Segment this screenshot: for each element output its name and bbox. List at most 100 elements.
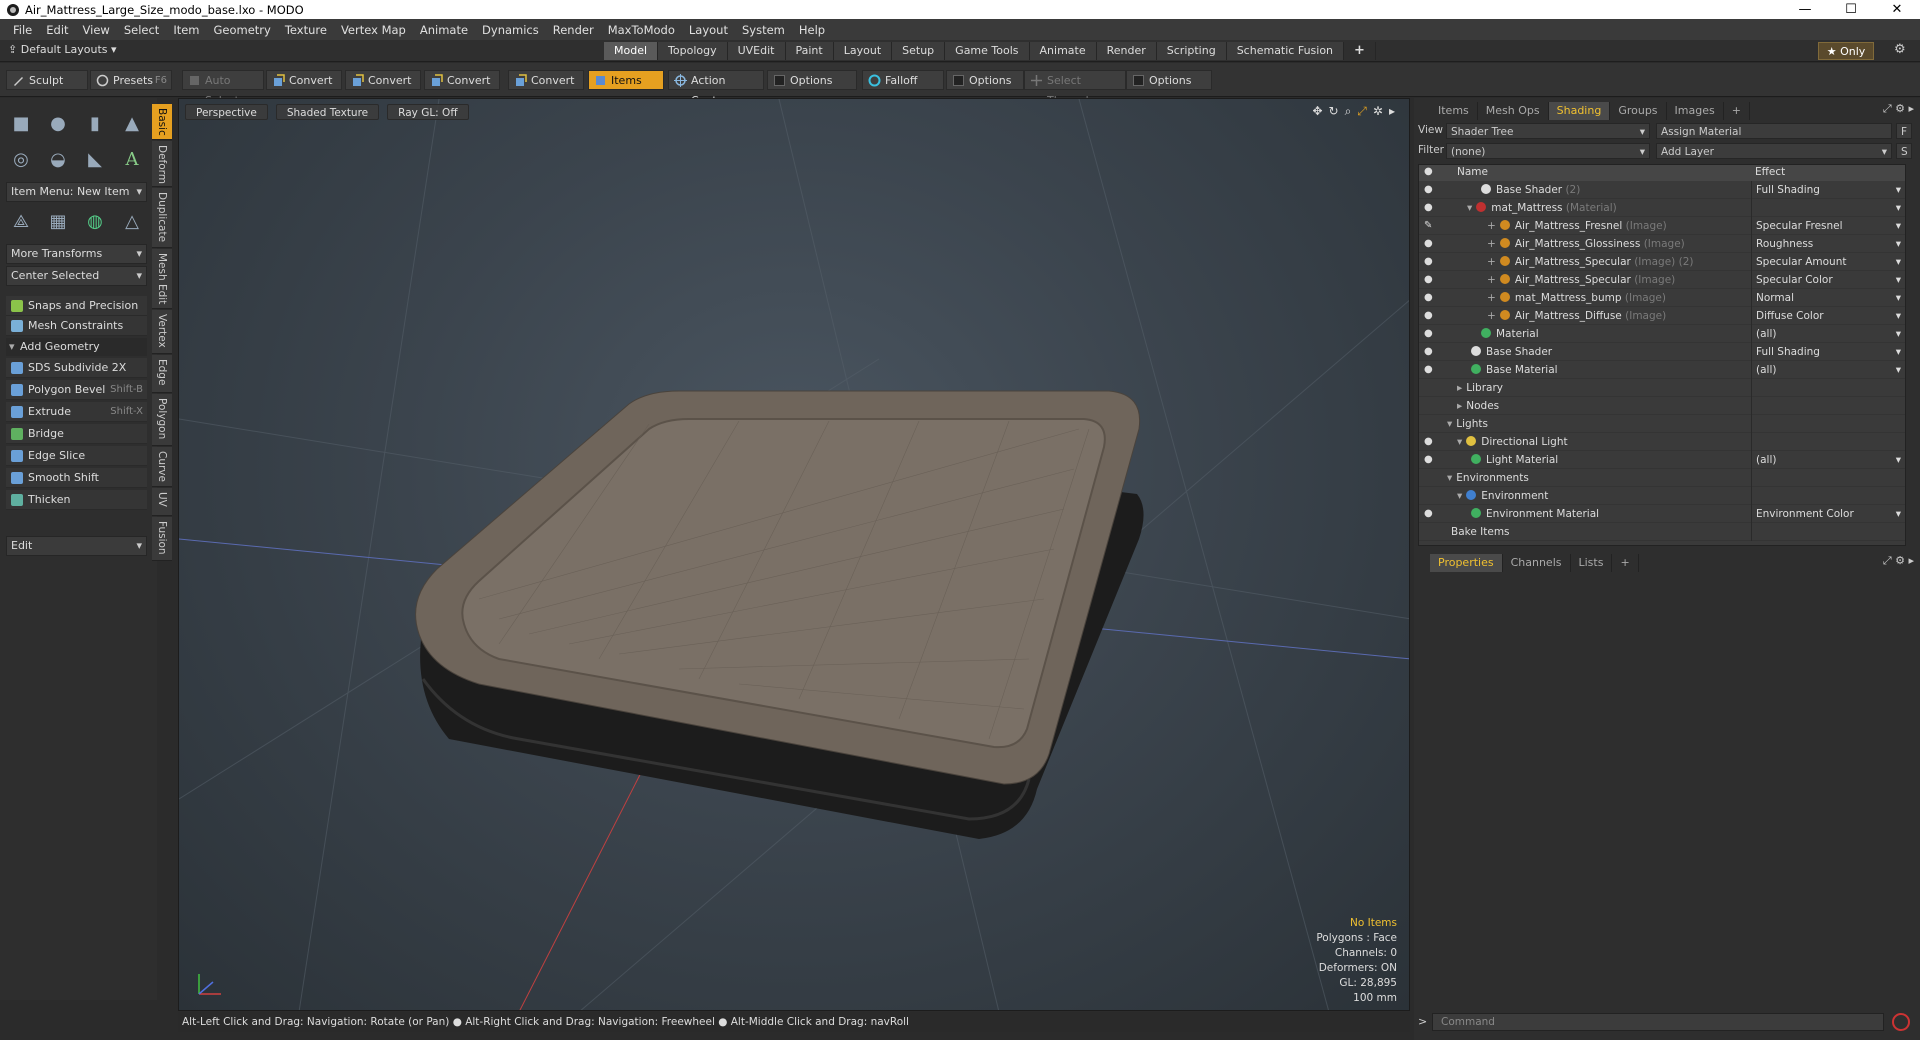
menu-edit[interactable]: Edit (39, 23, 75, 37)
shader-tree-row[interactable]: ● Base Shader (2) Full Shading (1419, 181, 1905, 199)
globe-icon[interactable]: ◍ (80, 206, 110, 236)
tab-items[interactable]: Items (1430, 102, 1478, 120)
tab-topology[interactable]: Topology (658, 42, 728, 60)
visibility-toggle-icon[interactable]: ✎ (1424, 217, 1432, 235)
s-button[interactable]: S (1896, 143, 1912, 159)
items-mode-button[interactable]: Items (588, 70, 664, 90)
expand-toggle-icon[interactable]: ▾ (1447, 418, 1452, 430)
effect-dropdown[interactable] (1751, 199, 1905, 217)
effect-dropdown[interactable]: Environment Color (1751, 505, 1905, 523)
name-column-header[interactable]: Name (1457, 166, 1488, 178)
default-layouts-dropdown[interactable]: ⇪ Default Layouts ▾ (8, 43, 117, 56)
thicken-button[interactable]: Thicken (6, 490, 147, 510)
shader-tree-row[interactable]: ▾ Environments (1419, 469, 1905, 487)
effect-dropdown[interactable]: (all) (1751, 325, 1905, 343)
effect-dropdown[interactable]: (all) (1751, 361, 1905, 379)
pyramid-icon[interactable]: △ (117, 206, 147, 236)
menu-file[interactable]: File (6, 23, 39, 37)
action-center-button[interactable]: Action Center (668, 70, 764, 107)
effect-dropdown[interactable]: Roughness (1751, 235, 1905, 253)
viewport-menu-icon[interactable]: ▸ (1389, 104, 1395, 119)
menu-maxtomodo[interactable]: MaxToModo (601, 23, 682, 37)
effect-dropdown[interactable]: Full Shading (1751, 181, 1905, 199)
tab-properties[interactable]: Properties (1430, 554, 1503, 572)
action-center-options-button[interactable]: Options (767, 70, 857, 90)
shader-tree-row[interactable]: ● Base Material (all) (1419, 361, 1905, 379)
auto-select-button[interactable]: Auto Select (182, 70, 264, 107)
convert-item-button[interactable]: Convert (508, 70, 584, 90)
tab-schematic-fusion[interactable]: Schematic Fusion (1226, 42, 1345, 60)
command-input[interactable]: Command (1432, 1013, 1884, 1031)
effect-dropdown[interactable]: Full Shading (1751, 343, 1905, 361)
expand-toggle-icon[interactable]: + (1487, 238, 1496, 250)
edge-slice-button[interactable]: Edge Slice (6, 446, 147, 466)
shader-tree-row[interactable]: Bake Items (1419, 523, 1905, 541)
shader-tree-row[interactable]: ● + Air_Mattress_Specular (Image) Specular … (1419, 271, 1905, 289)
transform-icon[interactable]: ⟁ (6, 206, 36, 236)
panel-options-icon[interactable]: ⤢ ⚙ ▸ (1883, 102, 1914, 116)
visibility-toggle-icon[interactable]: ● (1424, 433, 1433, 451)
menu-animate[interactable]: Animate (413, 23, 475, 37)
effect-dropdown[interactable]: (all) (1751, 451, 1905, 469)
vtab-fusion[interactable]: Fusion (152, 517, 172, 561)
tab-images[interactable]: Images (1667, 102, 1724, 120)
shader-tree-row[interactable]: ● ▾ Directional Light (1419, 433, 1905, 451)
vtab-mesh-edit[interactable]: Mesh Edit (152, 249, 172, 309)
shader-tree-row[interactable]: ▸ Nodes (1419, 397, 1905, 415)
vtab-polygon[interactable]: Polygon (152, 394, 172, 446)
expand-toggle-icon[interactable]: + (1487, 274, 1496, 286)
shader-tree-row[interactable]: ● Environment Material Environment Color (1419, 505, 1905, 523)
shader-tree-row[interactable]: ● Base Shader Full Shading (1419, 343, 1905, 361)
effect-dropdown[interactable]: Specular Color (1751, 271, 1905, 289)
visibility-toggle-icon[interactable]: ● (1424, 181, 1433, 199)
shader-tree-row[interactable]: ● Light Material (all) (1419, 451, 1905, 469)
shader-tree-row[interactable]: ● + Air_Mattress_Specular (Image) (2) Specu… (1419, 253, 1905, 271)
polygon-bevel-button[interactable]: Polygon Bevel Shift-B (6, 380, 147, 400)
effect-column-header[interactable]: Effect (1755, 166, 1785, 178)
menu-view[interactable]: View (76, 23, 117, 37)
effect-dropdown[interactable]: Specular Fresnel (1751, 217, 1905, 235)
shader-tree-row[interactable]: ● Material (all) (1419, 325, 1905, 343)
shader-tree-row[interactable]: ✎ + Air_Mattress_Fresnel (Image) Specular F… (1419, 217, 1905, 235)
menu-vertex-map[interactable]: Vertex Map (334, 23, 413, 37)
extrude-button[interactable]: Extrude Shift-X (6, 402, 147, 422)
menu-texture[interactable]: Texture (278, 23, 334, 37)
item-menu-dropdown[interactable]: Item Menu: New Item (6, 182, 147, 202)
menu-layout[interactable]: Layout (682, 23, 735, 37)
filter-dropdown[interactable]: (none) (1446, 143, 1650, 160)
visibility-toggle-icon[interactable]: ● (1424, 361, 1433, 379)
viewport-settings-icon[interactable]: ✲ (1373, 104, 1383, 119)
sculpt-button[interactable]: Sculpt (6, 70, 88, 90)
smooth-shift-button[interactable]: Smooth Shift (6, 468, 147, 488)
command-expand-icon[interactable]: > (1418, 1015, 1427, 1028)
vtab-vertex[interactable]: Vertex (152, 310, 172, 354)
visibility-toggle-icon[interactable]: ● (1424, 307, 1433, 325)
effect-dropdown[interactable]: Specular Amount (1751, 253, 1905, 271)
tab-render[interactable]: Render (1096, 42, 1157, 60)
expand-toggle-icon[interactable]: + (1487, 310, 1496, 322)
expand-toggle-icon[interactable]: + (1487, 220, 1496, 232)
snaps-precision-button[interactable]: Snaps and Precision (6, 296, 147, 316)
tab-model[interactable]: Model (604, 42, 659, 60)
tab-mesh-ops[interactable]: Mesh Ops (1478, 102, 1549, 120)
visibility-toggle-icon[interactable]: ● (1424, 235, 1433, 253)
effect-dropdown[interactable]: Normal (1751, 289, 1905, 307)
tab-channels[interactable]: Channels (1503, 554, 1571, 572)
tab-uvedit[interactable]: UVEdit (727, 42, 786, 60)
add-geometry-section[interactable]: Add Geometry (6, 338, 147, 356)
tab-layout[interactable]: Layout (833, 42, 893, 60)
menu-select[interactable]: Select (117, 23, 166, 37)
falloff-button[interactable]: Falloff (862, 70, 944, 90)
convert-edge-button[interactable]: Convert (345, 70, 421, 90)
expand-toggle-icon[interactable]: ▾ (1457, 436, 1462, 448)
vtab-edge[interactable]: Edge (152, 355, 172, 393)
vtab-deform[interactable]: Deform (152, 141, 172, 187)
vtab-uv[interactable]: UV (152, 488, 172, 516)
expand-toggle-icon[interactable]: + (1487, 256, 1496, 268)
raygl-toggle[interactable]: Ray GL: Off (387, 104, 469, 120)
visibility-toggle-icon[interactable]: ● (1424, 505, 1433, 523)
shader-tree-row[interactable]: ● + Air_Mattress_Diffuse (Image) Diffuse Co… (1419, 307, 1905, 325)
visibility-toggle-icon[interactable]: ● (1424, 289, 1433, 307)
menu-geometry[interactable]: Geometry (207, 23, 278, 37)
move-view-icon[interactable]: ✥ (1312, 104, 1322, 119)
